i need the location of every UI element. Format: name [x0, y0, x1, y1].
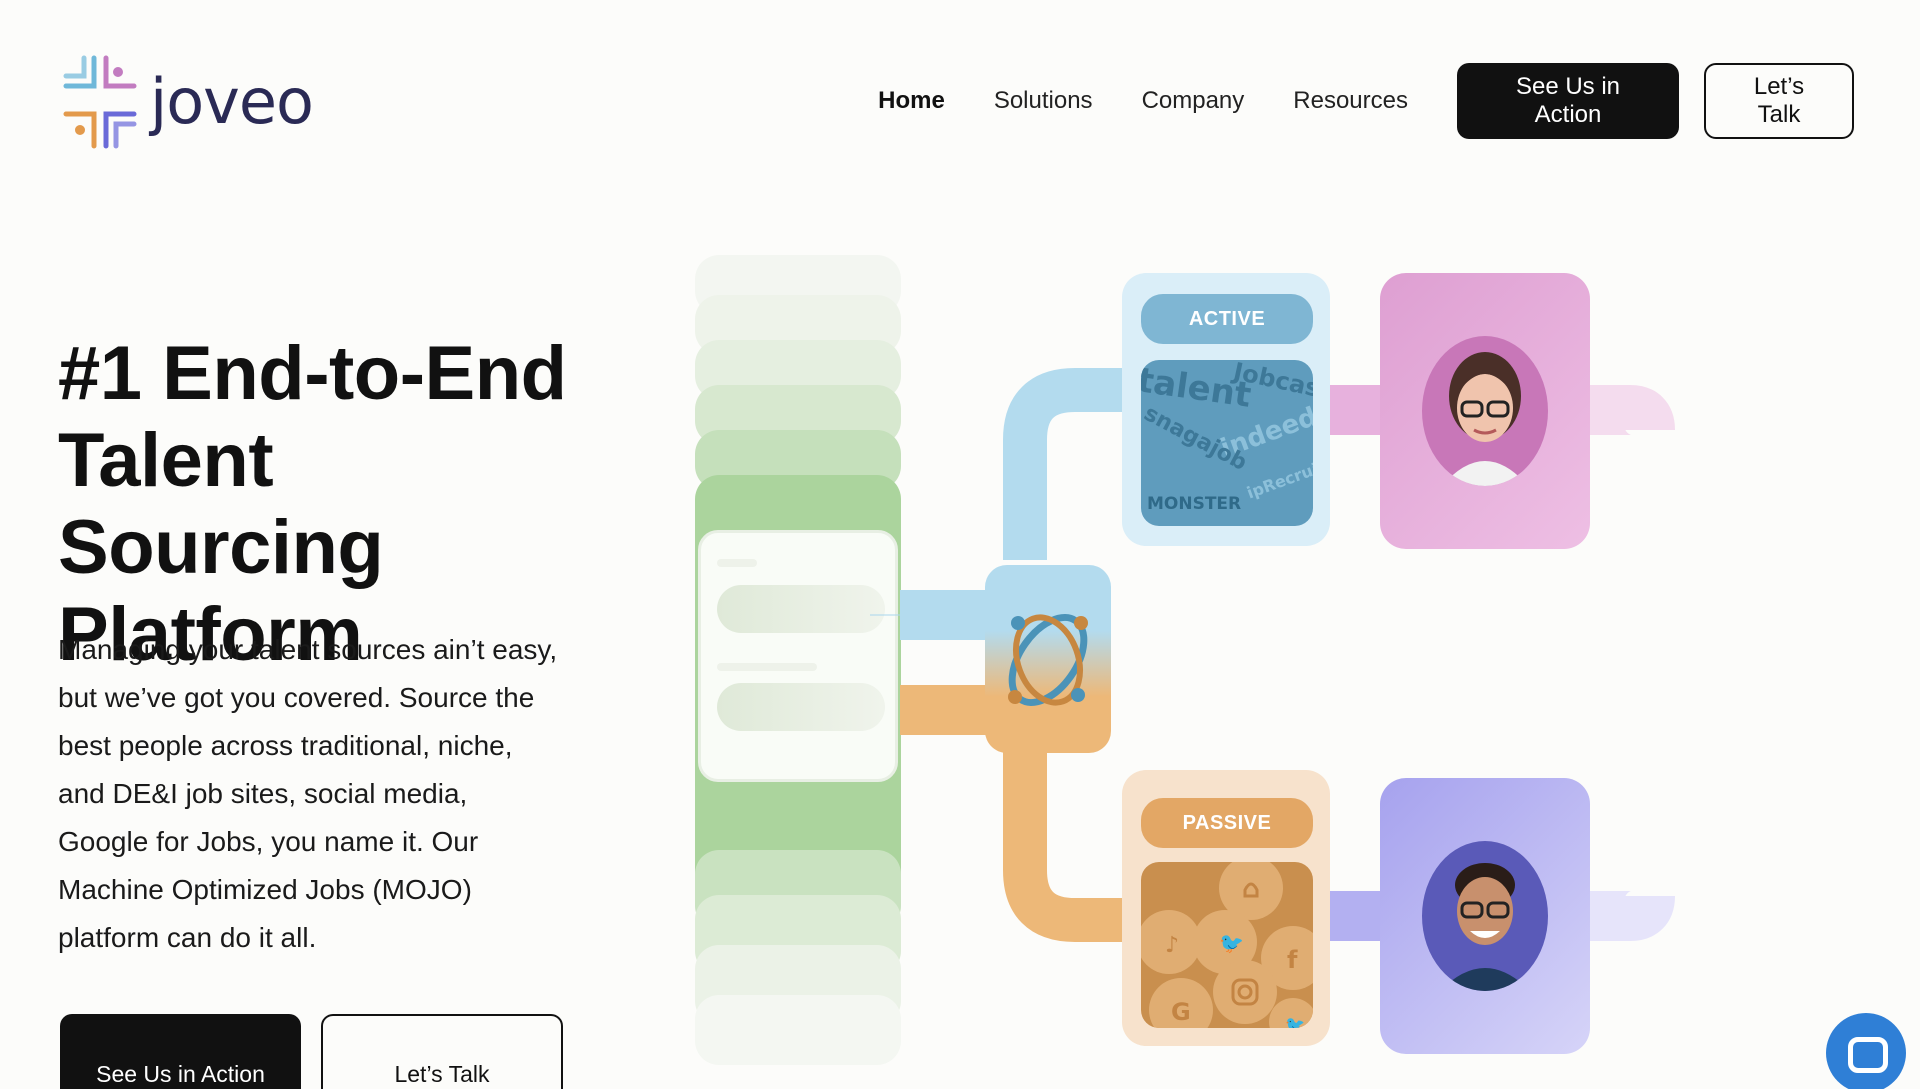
hero-illustration: ACTIVE talent Jobcas indeed snagajob ipR…	[690, 230, 1690, 1089]
joveo-logo[interactable]: joveo	[60, 52, 314, 152]
job-site-logo: ipRecruit	[1244, 456, 1313, 503]
joveo-logo-icon	[63, 55, 137, 149]
nav-see-us-in-action-button[interactable]: See Us in Action	[1457, 63, 1679, 139]
svg-text:🐦: 🐦	[1285, 1015, 1305, 1028]
passive-label: PASSIVE	[1141, 798, 1313, 848]
svg-text:G: G	[1171, 998, 1191, 1026]
nav-company[interactable]: Company	[1142, 87, 1245, 115]
active-label: ACTIVE	[1141, 294, 1313, 344]
hero-lets-talk-button[interactable]: Let’s Talk	[321, 1014, 563, 1089]
job-site-logo: MONSTER	[1147, 494, 1242, 514]
nav-resources[interactable]: Resources	[1293, 87, 1408, 115]
hero-see-us-in-action-button[interactable]: See Us in Action	[60, 1014, 301, 1089]
logo-wordmark: joveo	[150, 65, 314, 138]
chat-icon	[1848, 1037, 1888, 1073]
persona-card-active	[1380, 273, 1590, 549]
svg-text:♪: ♪	[1165, 933, 1179, 958]
mojo-hub	[985, 565, 1111, 753]
hero-title-line: Talent Sourcing	[58, 418, 384, 590]
hero-title-line: #1 End-to-End	[58, 331, 567, 416]
nav-home[interactable]: Home	[878, 87, 945, 115]
candidate-avatar-man	[1422, 841, 1548, 991]
job-sites-collage: talent Jobcas indeed snagajob ipRecruit …	[1141, 360, 1313, 526]
social-icons: ♪ 🐦 f G 🐦	[1141, 862, 1313, 1028]
orbit-icon	[1008, 614, 1088, 706]
main-nav: Home Solutions Company Resources See Us …	[878, 63, 1854, 139]
persona-card-passive	[1380, 778, 1590, 1054]
nav-lets-talk-button[interactable]: Let’s Talk	[1704, 63, 1854, 139]
nav-solutions[interactable]: Solutions	[994, 87, 1093, 115]
candidate-avatar-woman	[1422, 336, 1548, 486]
svg-text:f: f	[1287, 946, 1298, 974]
hero-cta-group: See Us in Action Let’s Talk	[60, 1014, 563, 1089]
chat-launcher-button[interactable]	[1826, 1013, 1906, 1089]
site-header: joveo Home Solutions Company Resources S…	[0, 0, 1920, 200]
social-icons-collage: ♪ 🐦 f G 🐦	[1141, 862, 1313, 1028]
svg-text:🐦: 🐦	[1219, 931, 1244, 955]
hero-description: Managing your talent sources ain’t easy,…	[58, 634, 558, 953]
